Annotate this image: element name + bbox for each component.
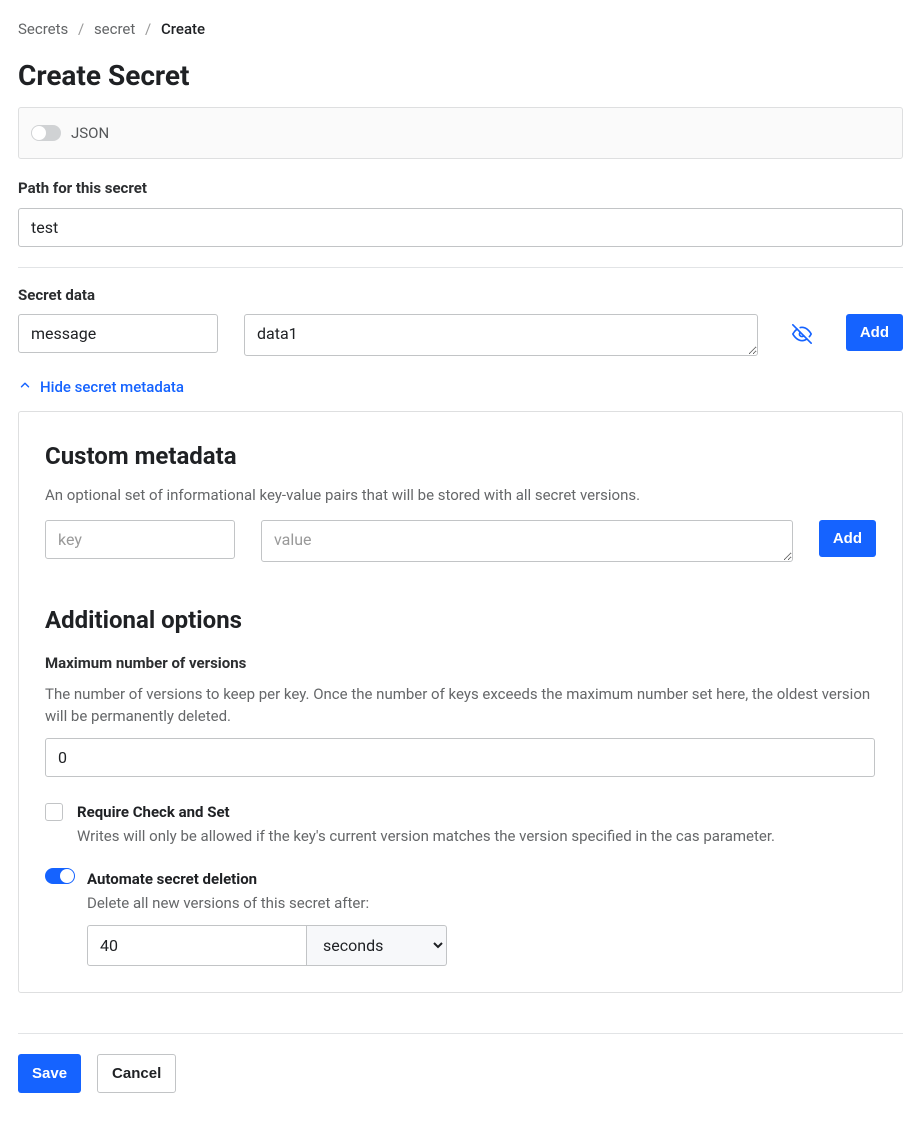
secret-data-row: data1 Add — [18, 314, 903, 356]
json-toggle-container: JSON — [18, 107, 903, 160]
cas-checkbox[interactable] — [45, 803, 63, 821]
auto-delete-toggle[interactable] — [45, 868, 75, 884]
json-toggle[interactable] — [31, 125, 61, 141]
add-secret-data-button[interactable]: Add — [846, 314, 903, 351]
metadata-value-textarea[interactable] — [261, 520, 793, 562]
auto-delete-row: Automate secret deletion Delete all new … — [45, 868, 876, 966]
auto-delete-label: Automate secret deletion — [87, 868, 447, 891]
custom-metadata-desc: An optional set of informational key-val… — [45, 484, 876, 507]
cas-label: Require Check and Set — [77, 801, 775, 824]
cas-row: Require Check and Set Writes will only b… — [45, 801, 876, 848]
add-metadata-button[interactable]: Add — [819, 520, 876, 557]
breadcrumb-current: Create — [161, 20, 205, 38]
path-label: Path for this secret — [18, 177, 903, 200]
breadcrumb-secrets[interactable]: Secrets — [18, 20, 68, 38]
auto-delete-desc: Delete all new versions of this secret a… — [87, 892, 447, 915]
cas-desc: Writes will only be allowed if the key's… — [77, 825, 775, 848]
max-versions-input[interactable] — [45, 738, 875, 777]
path-input[interactable] — [18, 208, 903, 247]
custom-metadata-title: Custom metadata — [45, 438, 876, 474]
breadcrumb: Secrets / secret / Create — [18, 18, 903, 41]
divider — [18, 1033, 903, 1034]
eye-off-icon[interactable] — [784, 314, 820, 354]
save-button[interactable]: Save — [18, 1054, 81, 1093]
metadata-key-input[interactable] — [45, 520, 235, 559]
secret-value-textarea[interactable]: data1 — [244, 314, 758, 356]
chevron-up-icon — [18, 376, 32, 399]
page-title: Create Secret — [18, 55, 903, 97]
additional-options-title: Additional options — [45, 602, 876, 638]
ttl-input-group: seconds — [87, 925, 447, 966]
divider — [18, 267, 903, 268]
breadcrumb-separator: / — [145, 20, 151, 38]
secret-data-label: Secret data — [18, 284, 903, 307]
metadata-panel: Custom metadata An optional set of infor… — [18, 411, 903, 993]
max-versions-desc: The number of versions to keep per key. … — [45, 683, 876, 728]
ttl-unit-select[interactable]: seconds — [307, 925, 447, 966]
max-versions-label: Maximum number of versions — [45, 652, 876, 675]
ttl-value-input[interactable] — [87, 925, 307, 966]
secret-key-input[interactable] — [18, 314, 218, 353]
cancel-button[interactable]: Cancel — [97, 1054, 176, 1093]
footer-buttons: Save Cancel — [18, 1054, 903, 1093]
breadcrumb-secret[interactable]: secret — [94, 20, 135, 38]
breadcrumb-separator: / — [78, 20, 84, 38]
hide-metadata-label: Hide secret metadata — [40, 376, 184, 399]
metadata-row: Add — [45, 520, 876, 562]
hide-metadata-toggle[interactable]: Hide secret metadata — [18, 376, 903, 399]
json-toggle-label: JSON — [71, 122, 109, 145]
